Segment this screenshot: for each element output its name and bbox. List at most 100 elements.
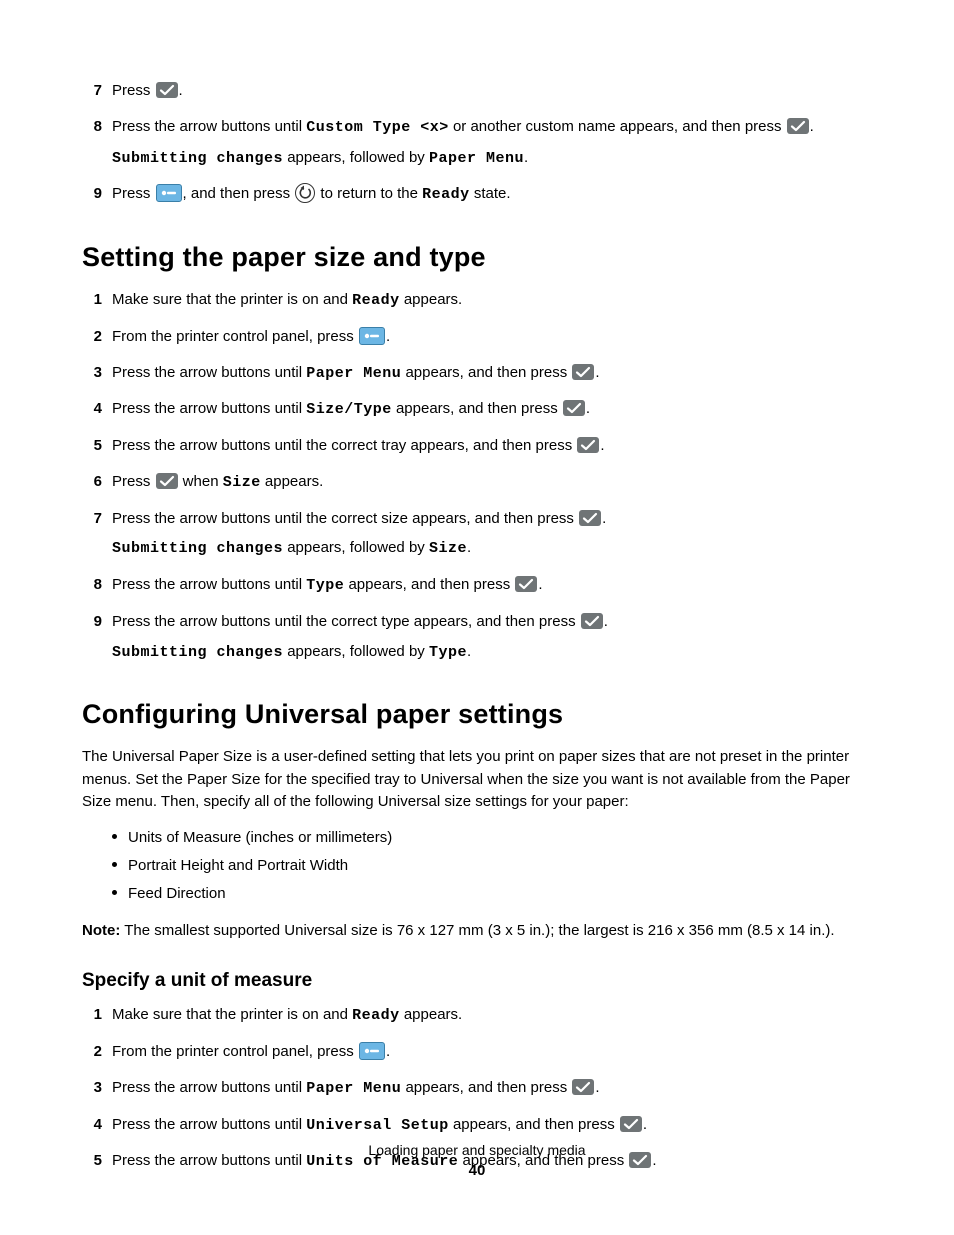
step-number: 1 (82, 289, 102, 311)
step-number: 8 (82, 116, 102, 138)
step-text: appears. (400, 1006, 463, 1023)
display-term: Size/Type (306, 401, 392, 418)
page-footer: Loading paper and specialty media 40 (0, 1142, 954, 1179)
step-text: . (386, 328, 390, 345)
step-text: appears. (261, 473, 324, 490)
step-item: 4Press the arrow buttons until Universal… (82, 1114, 872, 1137)
step-text: . (179, 82, 183, 99)
display-term: Submitting changes (112, 540, 283, 557)
check-button-icon (581, 613, 603, 629)
step-text: . (386, 1043, 390, 1060)
back-button-icon (295, 183, 315, 203)
step-text: . (467, 643, 471, 660)
size-type-steps: 1 Make sure that the printer is on and Re… (82, 289, 872, 663)
step-text: appears, and then press (401, 1079, 571, 1096)
document-page: 7Press .8Press the arrow buttons until C… (0, 0, 954, 1235)
step-text: appears, and then press (449, 1116, 619, 1133)
step-item: 8Press the arrow buttons until Custom Ty… (82, 116, 872, 170)
step-number: 7 (82, 80, 102, 102)
step-text: appears, and then press (401, 364, 571, 381)
check-button-icon (787, 118, 809, 134)
step-sub-text: Submitting changes appears, followed by … (112, 537, 872, 560)
step-number: 4 (82, 1114, 102, 1136)
step-text: , and then press (183, 185, 295, 202)
step-text: state. (470, 185, 511, 202)
step-text: Make sure that the printer is on and (112, 1006, 352, 1023)
display-term: Ready (422, 186, 470, 203)
menu-button-icon (359, 1042, 385, 1060)
step-number: 6 (82, 471, 102, 493)
display-term: Paper Menu (306, 365, 401, 382)
check-button-icon (156, 82, 178, 98)
step-text: appears, followed by (283, 149, 429, 166)
step-text: Press the arrow buttons until (112, 1079, 306, 1096)
universal-bullet-list: Units of Measure (inches or millimeters)… (82, 826, 872, 906)
step-sub-text: Submitting changes appears, followed by … (112, 641, 872, 664)
step-number: 8 (82, 574, 102, 596)
step-number: 4 (82, 398, 102, 420)
step-text: From the printer control panel, press (112, 1043, 358, 1060)
step-item: 1 Make sure that the printer is on and Re… (82, 289, 872, 312)
step-text: appears. (400, 291, 463, 308)
step-item: 1Make sure that the printer is on and Re… (82, 1004, 872, 1027)
check-button-icon (577, 437, 599, 453)
display-term: Paper Menu (306, 1080, 401, 1097)
step-text: Press (112, 82, 155, 99)
check-button-icon (156, 473, 178, 489)
step-text: From the printer control panel, press (112, 328, 358, 345)
heading-setting-paper-size: Setting the paper size and type (82, 242, 872, 273)
step-item: 9 Press the arrow buttons until the corre… (82, 611, 872, 664)
step-text: Press the arrow buttons until the correc… (112, 613, 580, 630)
step-text: Press the arrow buttons until the correc… (112, 510, 578, 527)
display-term: Universal Setup (306, 1117, 449, 1134)
step-text: . (595, 1079, 599, 1096)
step-text: . (467, 539, 471, 556)
step-text: Press (112, 185, 155, 202)
display-term: Submitting changes (112, 150, 283, 167)
step-number: 9 (82, 611, 102, 633)
step-text: . (586, 400, 590, 417)
display-term: Custom Type <x> (306, 119, 449, 136)
footer-page-number: 40 (0, 1162, 954, 1179)
step-number: 7 (82, 508, 102, 530)
check-button-icon (620, 1116, 642, 1132)
step-number: 2 (82, 1041, 102, 1063)
step-text: appears, followed by (283, 643, 429, 660)
display-term: Type (306, 577, 344, 594)
display-term: Size (223, 474, 261, 491)
step-text: Press the arrow buttons until (112, 364, 306, 381)
display-term: Ready (352, 292, 400, 309)
step-item: 4Press the arrow buttons until Size/Type… (82, 398, 872, 421)
continuation-steps: 7Press .8Press the arrow buttons until C… (82, 80, 872, 206)
step-sub-text: Submitting changes appears, followed by … (112, 147, 872, 170)
step-text: or another custom name appears, and then… (449, 118, 786, 135)
step-text: appears, and then press (392, 400, 562, 417)
display-term: Type (429, 644, 467, 661)
step-text: . (595, 364, 599, 381)
step-text: . (604, 613, 608, 630)
bullet-item: Portrait Height and Portrait Width (112, 854, 872, 878)
menu-button-icon (359, 327, 385, 345)
step-text: Press the arrow buttons until the correc… (112, 437, 576, 454)
check-button-icon (515, 576, 537, 592)
step-text: Press (112, 473, 155, 490)
step-text: appears, and then press (344, 576, 514, 593)
bullet-item: Feed Direction (112, 882, 872, 906)
display-term: Submitting changes (112, 644, 283, 661)
step-number: 3 (82, 362, 102, 384)
step-text: appears, followed by (283, 539, 429, 556)
footer-title: Loading paper and specialty media (0, 1142, 954, 1158)
step-text: Make sure that the printer is on and (112, 291, 352, 308)
step-text: . (538, 576, 542, 593)
step-item: 7 Press . (82, 80, 872, 102)
check-button-icon (572, 1079, 594, 1095)
step-item: 2 From the printer control panel, press . (82, 326, 872, 348)
step-text: . (524, 149, 528, 166)
check-button-icon (579, 510, 601, 526)
step-item: 8Press the arrow buttons until Type appe… (82, 574, 872, 597)
step-number: 2 (82, 326, 102, 348)
check-button-icon (572, 364, 594, 380)
step-item: 3 Press the arrow buttons until Paper Men… (82, 362, 872, 385)
step-text: when (179, 473, 223, 490)
step-text: . (600, 437, 604, 454)
